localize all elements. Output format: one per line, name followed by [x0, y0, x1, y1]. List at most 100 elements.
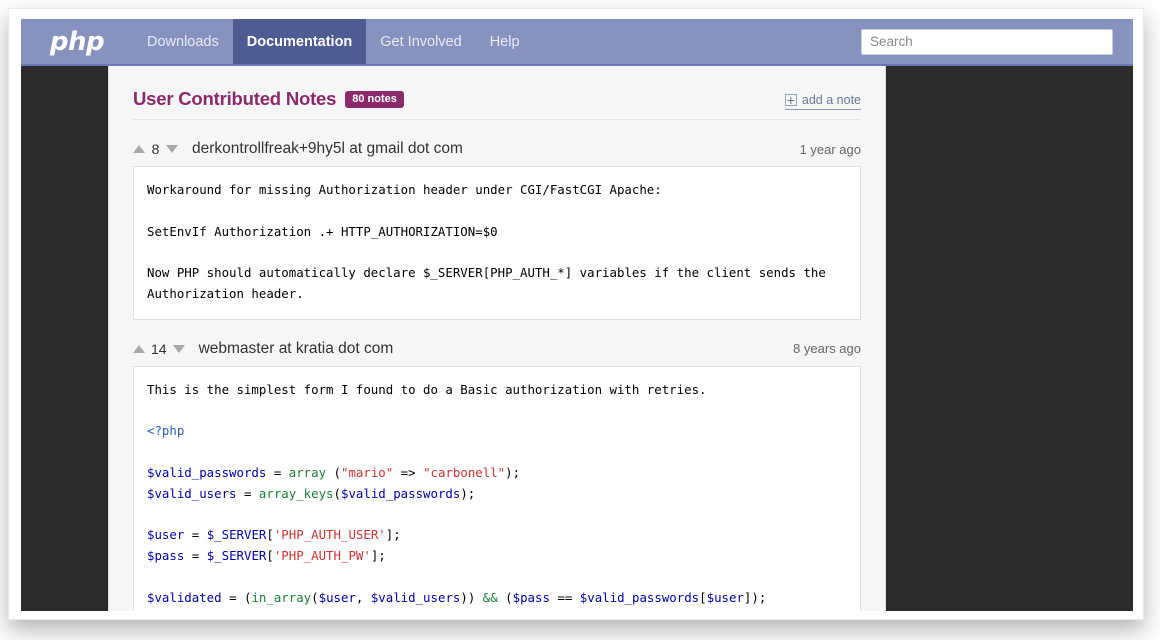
nav-items: DownloadsDocumentationGet InvolvedHelp [133, 19, 534, 64]
nav-item-get-involved[interactable]: Get Involved [366, 19, 475, 64]
code-token: $valid_users [371, 590, 461, 605]
vote-controls: 8 [133, 141, 178, 157]
code-token: = [274, 465, 289, 480]
page-title: User Contributed Notes [133, 88, 336, 110]
code-token: ( [311, 590, 318, 605]
note-code-block: Workaround for missing Authorization hea… [133, 166, 861, 320]
code-token: 'PHP_AUTH_USER' [274, 527, 386, 542]
section-header: User Contributed Notes 80 notes + add a … [133, 88, 861, 120]
note: 8derkontrollfreak+9hy5l at gmail dot com… [133, 140, 861, 320]
code-token: $_SERVER [207, 527, 267, 542]
code-token: = [244, 486, 259, 501]
content-inner: User Contributed Notes 80 notes + add a … [109, 66, 885, 611]
code-token: <?php [147, 423, 184, 438]
vote-score: 14 [151, 341, 167, 357]
code-line: $valid_passwords = array ("mario" => "ca… [147, 463, 846, 484]
code-token: ]; [371, 548, 386, 563]
browser-frame: php DownloadsDocumentationGet InvolvedHe… [8, 8, 1144, 620]
vote-controls: 14 [133, 341, 185, 357]
code-token: => [401, 465, 423, 480]
code-line [147, 201, 846, 222]
code-line: $pass = $_SERVER['PHP_AUTH_PW']; [147, 546, 846, 567]
note-header: 8derkontrollfreak+9hy5l at gmail dot com… [133, 140, 861, 158]
code-token: [ [266, 527, 273, 542]
code-token: [ [699, 590, 706, 605]
code-token: ( [505, 590, 512, 605]
nav-item-help[interactable]: Help [476, 19, 534, 64]
main-content: User Contributed Notes 80 notes + add a … [108, 66, 886, 611]
search-area [861, 19, 1133, 64]
add-note-link[interactable]: + add a note [785, 93, 861, 110]
code-token: $valid_users [147, 486, 244, 501]
notes-count-badge: 80 notes [345, 91, 404, 108]
note-header: 14 webmaster at kratia dot com 8 years ago [133, 340, 861, 358]
code-token: ]); [744, 590, 766, 605]
code-token: $user [147, 527, 192, 542]
php-logo[interactable]: php [21, 19, 133, 64]
search-input[interactable] [861, 29, 1113, 55]
right-gutter [886, 66, 1133, 611]
vote-up-icon[interactable] [133, 145, 145, 153]
code-token: SetEnvIf Authorization .+ HTTP_AUTHORIZA… [147, 224, 498, 239]
note: 14 webmaster at kratia dot com 8 years ago… [133, 340, 861, 611]
code-token: , [356, 590, 371, 605]
code-token: Now PHP should automatically declare $_S… [147, 265, 833, 301]
code-token: ); [505, 465, 520, 480]
add-note-label: add a note [802, 93, 861, 107]
code-line: $valid_users = array_keys($valid_passwor… [147, 484, 846, 505]
notes-list: 8derkontrollfreak+9hy5l at gmail dot com… [133, 140, 861, 611]
code-line: Workaround for missing Authorization hea… [147, 180, 846, 201]
code-token: $user [707, 590, 744, 605]
code-token: [ [266, 548, 273, 563]
code-line [147, 505, 846, 526]
code-line [147, 442, 846, 463]
vote-down-icon[interactable] [173, 345, 185, 353]
vote-down-icon[interactable] [166, 145, 178, 153]
code-token: ); [460, 486, 475, 501]
code-line [147, 567, 846, 588]
code-token: "carbonell" [423, 465, 505, 480]
site-navbar: php DownloadsDocumentationGet InvolvedHe… [21, 19, 1133, 66]
code-line: $user = $_SERVER['PHP_AUTH_USER']; [147, 525, 846, 546]
note-date: 8 years ago [793, 341, 861, 356]
code-token: = ( [229, 590, 251, 605]
code-token: $pass [147, 548, 192, 563]
code-token: ( [334, 486, 341, 501]
note-date: 1 year ago [800, 142, 861, 157]
code-token: && [483, 590, 505, 605]
vote-up-icon[interactable] [133, 345, 145, 353]
code-token: Workaround for missing Authorization hea… [147, 182, 662, 197]
vote-score: 8 [151, 141, 160, 157]
page-viewport: php DownloadsDocumentationGet InvolvedHe… [21, 19, 1133, 611]
code-token: array_keys [259, 486, 334, 501]
nav-item-documentation[interactable]: Documentation [233, 19, 367, 64]
code-line: SetEnvIf Authorization .+ HTTP_AUTHORIZA… [147, 222, 846, 243]
code-token: $valid_passwords [341, 486, 460, 501]
left-gutter [21, 66, 108, 611]
code-token: 'PHP_AUTH_PW' [274, 548, 371, 563]
code-line [147, 401, 846, 422]
code-token: in_array [251, 590, 311, 605]
nav-item-downloads[interactable]: Downloads [133, 19, 233, 64]
code-token: array [289, 465, 334, 480]
screenshot-root: php DownloadsDocumentationGet InvolvedHe… [0, 0, 1160, 640]
plus-box-icon: + [785, 94, 797, 106]
code-token: ]; [386, 527, 401, 542]
code-token: $user [319, 590, 356, 605]
code-token: "mario" [341, 465, 401, 480]
code-token: )) [460, 590, 482, 605]
code-token: $validated [147, 590, 229, 605]
code-line: $validated = (in_array($user, $valid_use… [147, 588, 846, 609]
section-title-row: User Contributed Notes 80 notes [133, 88, 404, 110]
code-line: This is the simplest form I found to do … [147, 380, 846, 401]
note-code-block: This is the simplest form I found to do … [133, 366, 861, 611]
code-token: $pass [513, 590, 558, 605]
code-line [147, 242, 846, 263]
code-token: == [557, 590, 579, 605]
code-token: = [192, 527, 207, 542]
code-token: = [192, 548, 207, 563]
code-token: ( [334, 465, 341, 480]
note-author: webmaster at kratia dot com [199, 340, 394, 358]
code-token: $valid_passwords [580, 590, 699, 605]
code-token: $valid_passwords [147, 465, 274, 480]
